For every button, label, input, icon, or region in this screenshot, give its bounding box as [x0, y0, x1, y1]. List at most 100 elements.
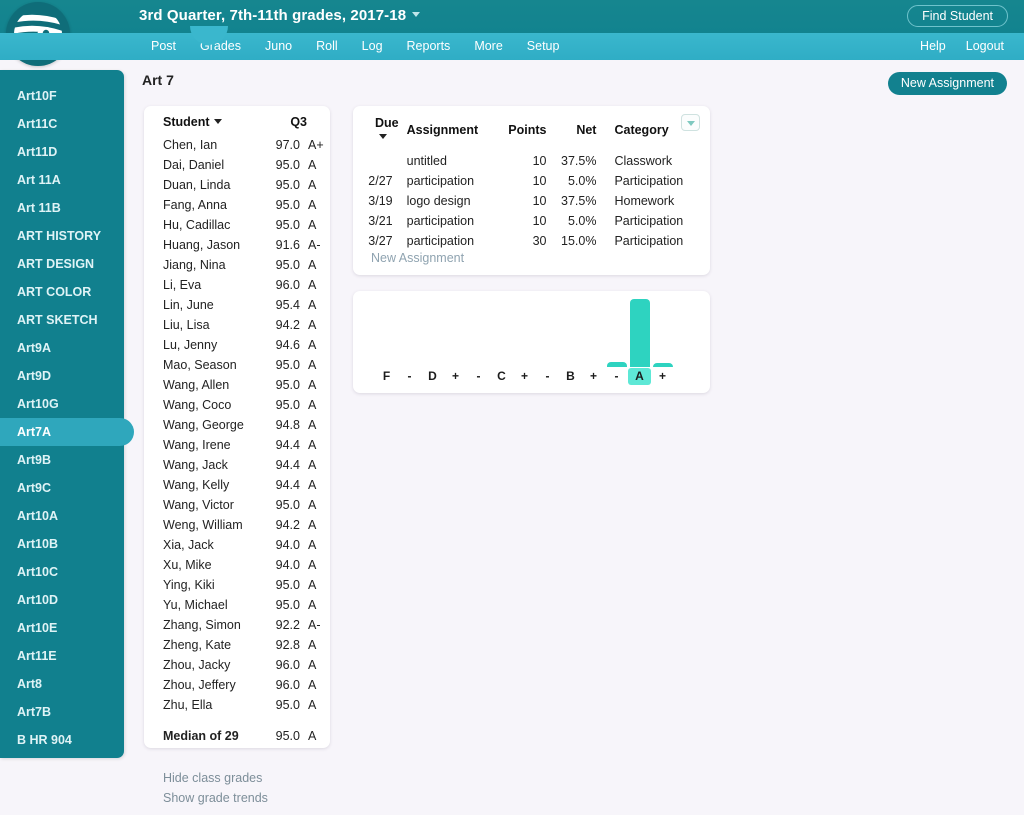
assignment-name[interactable]: participation: [399, 231, 505, 251]
due-column-header[interactable]: Due: [353, 113, 399, 151]
grade-bin-8[interactable]: B: [559, 299, 582, 385]
table-row[interactable]: Ying, Kiki95.0A: [144, 575, 330, 595]
table-row[interactable]: Chen, Ian97.0A+: [144, 135, 330, 155]
student-name[interactable]: Wang, George: [144, 415, 260, 435]
sidebar-item-art7b[interactable]: Art7B: [0, 698, 124, 726]
table-row[interactable]: Yu, Michael95.0A: [144, 595, 330, 615]
student-name[interactable]: Li, Eva: [144, 275, 260, 295]
table-row[interactable]: Duan, Linda95.0A: [144, 175, 330, 195]
grade-bin-1[interactable]: -: [398, 299, 421, 385]
table-row[interactable]: Dai, Daniel95.0A: [144, 155, 330, 175]
sidebar-item-art9a[interactable]: Art9A: [0, 334, 124, 362]
grade-bin-10[interactable]: -: [605, 299, 628, 385]
student-name[interactable]: Zhou, Jeffery: [144, 675, 260, 695]
grade-bin-11[interactable]: A: [628, 299, 651, 385]
sidebar-item-art10c[interactable]: Art10C: [0, 558, 124, 586]
student-name[interactable]: Zhang, Simon: [144, 615, 260, 635]
grade-bin-2[interactable]: D: [421, 299, 444, 385]
student-name[interactable]: Wang, Victor: [144, 495, 260, 515]
show-grade-trends-link[interactable]: Show grade trends: [163, 788, 268, 808]
table-row[interactable]: Fang, Anna95.0A: [144, 195, 330, 215]
nav-item-reports[interactable]: Reports: [395, 33, 463, 60]
sidebar-item-art11d[interactable]: Art11D: [0, 138, 124, 166]
table-row[interactable]: untitled1037.5%Classwork: [353, 151, 710, 171]
new-assignment-link[interactable]: New Assignment: [371, 251, 464, 265]
nav-item-roll[interactable]: Roll: [304, 33, 350, 60]
table-row[interactable]: Hu, Cadillac95.0A: [144, 215, 330, 235]
table-row[interactable]: Wang, Jack94.4A: [144, 455, 330, 475]
points-column-header[interactable]: Points: [504, 113, 550, 151]
table-row[interactable]: Wang, Kelly94.4A: [144, 475, 330, 495]
sidebar-item-art10a[interactable]: Art10A: [0, 502, 124, 530]
student-name[interactable]: Wang, Kelly: [144, 475, 260, 495]
student-name[interactable]: Wang, Jack: [144, 455, 260, 475]
nav-item-help[interactable]: Help: [910, 33, 956, 60]
sidebar-item-art10d[interactable]: Art10D: [0, 586, 124, 614]
student-name[interactable]: Ying, Kiki: [144, 575, 260, 595]
table-row[interactable]: Zhu, Ella95.0A: [144, 695, 330, 715]
sidebar-item-art-history[interactable]: ART HISTORY: [0, 222, 124, 250]
table-row[interactable]: Zhou, Jeffery96.0A: [144, 675, 330, 695]
assignment-name[interactable]: participation: [399, 211, 505, 231]
table-row[interactable]: Zheng, Kate92.8A: [144, 635, 330, 655]
table-row[interactable]: Wang, Victor95.0A: [144, 495, 330, 515]
grade-bin-12[interactable]: +: [651, 299, 674, 385]
student-name[interactable]: Yu, Michael: [144, 595, 260, 615]
nav-item-more[interactable]: More: [462, 33, 514, 60]
sidebar-item-art10f[interactable]: Art10F: [0, 82, 124, 110]
new-assignment-button[interactable]: New Assignment: [888, 72, 1007, 95]
assignment-column-header[interactable]: Assignment: [399, 113, 505, 151]
table-row[interactable]: Liu, Lisa94.2A: [144, 315, 330, 335]
grade-bin-5[interactable]: C: [490, 299, 513, 385]
nav-item-post[interactable]: Post: [139, 33, 188, 60]
nav-item-setup[interactable]: Setup: [515, 33, 572, 60]
student-name[interactable]: Fang, Anna: [144, 195, 260, 215]
hide-class-grades-link[interactable]: Hide class grades: [163, 768, 268, 788]
table-row[interactable]: Jiang, Nina95.0A: [144, 255, 330, 275]
table-row[interactable]: Xia, Jack94.0A: [144, 535, 330, 555]
table-row[interactable]: 3/19logo design1037.5%Homework: [353, 191, 710, 211]
student-name[interactable]: Liu, Lisa: [144, 315, 260, 335]
assignment-name[interactable]: participation: [399, 171, 505, 191]
q3-column-header[interactable]: Q3: [260, 112, 330, 135]
assignment-name[interactable]: logo design: [399, 191, 505, 211]
table-row[interactable]: Wang, Irene94.4A: [144, 435, 330, 455]
student-name[interactable]: Zhu, Ella: [144, 695, 260, 715]
table-row[interactable]: Huang, Jason91.6A-: [144, 235, 330, 255]
table-row[interactable]: Lin, June95.4A: [144, 295, 330, 315]
student-name[interactable]: Wang, Coco: [144, 395, 260, 415]
sidebar-item-art7a[interactable]: Art7A: [0, 418, 134, 446]
student-name[interactable]: Xia, Jack: [144, 535, 260, 555]
student-column-header[interactable]: Student: [144, 112, 260, 135]
student-name[interactable]: Dai, Daniel: [144, 155, 260, 175]
sidebar-item-art-sketch[interactable]: ART SKETCH: [0, 306, 124, 334]
sidebar-item-art9d[interactable]: Art9D: [0, 362, 124, 390]
grade-bin-6[interactable]: +: [513, 299, 536, 385]
student-name[interactable]: Jiang, Nina: [144, 255, 260, 275]
student-name[interactable]: Mao, Season: [144, 355, 260, 375]
student-name[interactable]: Wang, Allen: [144, 375, 260, 395]
table-row[interactable]: Wang, Allen95.0A: [144, 375, 330, 395]
sidebar-item-art-color[interactable]: ART COLOR: [0, 278, 124, 306]
table-row[interactable]: Weng, William94.2A: [144, 515, 330, 535]
sidebar-item-art9b[interactable]: Art9B: [0, 446, 124, 474]
sidebar-item-art8[interactable]: Art8: [0, 670, 124, 698]
sidebar-item-b-hr-904[interactable]: B HR 904: [0, 726, 124, 754]
sidebar-item-art-11b[interactable]: Art 11B: [0, 194, 124, 222]
net-column-header[interactable]: Net: [550, 113, 602, 151]
grade-bin-4[interactable]: -: [467, 299, 490, 385]
student-name[interactable]: Zheng, Kate: [144, 635, 260, 655]
sidebar-item-art-11a[interactable]: Art 11A: [0, 166, 124, 194]
sidebar-item-art10b[interactable]: Art10B: [0, 530, 124, 558]
table-row[interactable]: 2/27participation105.0%Participation: [353, 171, 710, 191]
table-row[interactable]: 3/21participation105.0%Participation: [353, 211, 710, 231]
find-student-button[interactable]: Find Student: [907, 5, 1008, 27]
sidebar-item-art-design[interactable]: ART DESIGN: [0, 250, 124, 278]
nav-item-log[interactable]: Log: [350, 33, 395, 60]
student-name[interactable]: Duan, Linda: [144, 175, 260, 195]
grade-bin-3[interactable]: +: [444, 299, 467, 385]
assignments-options-button[interactable]: [681, 114, 700, 131]
student-name[interactable]: Lu, Jenny: [144, 335, 260, 355]
table-row[interactable]: 3/27participation3015.0%Participation: [353, 231, 710, 251]
table-row[interactable]: Lu, Jenny94.6A: [144, 335, 330, 355]
